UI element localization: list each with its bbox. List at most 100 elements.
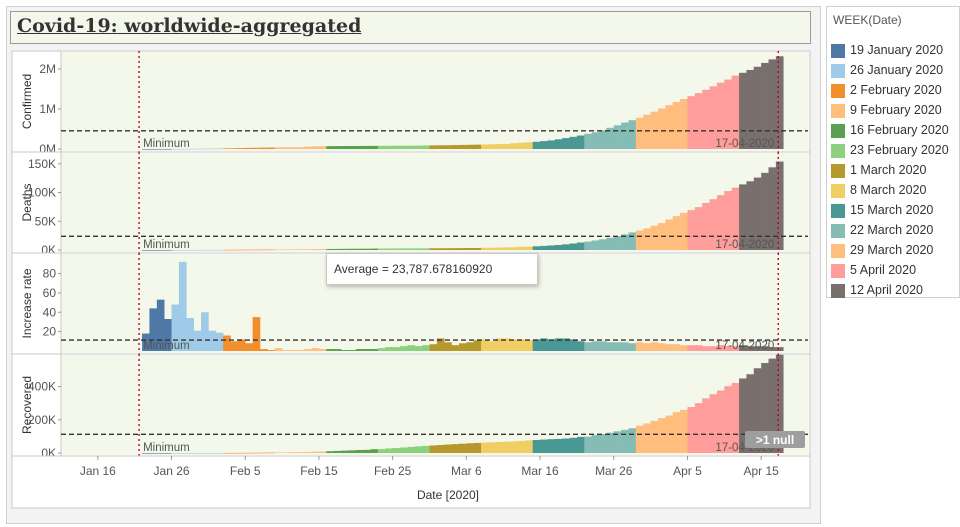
legend: WEEK(Date) 19 January 2020 26 January 202… (826, 6, 960, 298)
bar (517, 142, 526, 149)
legend-item[interactable]: 22 March 2020 (831, 222, 957, 240)
bar (245, 452, 253, 454)
legend-item[interactable]: 1 March 2020 (831, 162, 957, 180)
bar (230, 249, 239, 251)
legend-item[interactable]: 26 January 2020 (831, 62, 957, 80)
bar (201, 249, 209, 251)
legend-item[interactable]: 19 January 2020 (831, 42, 957, 60)
bar (341, 450, 349, 453)
y-tick-label: 200K (28, 413, 56, 427)
bar (591, 240, 600, 250)
bar (193, 249, 202, 251)
bar (208, 249, 217, 251)
bar (215, 332, 224, 351)
bar (621, 429, 629, 453)
minimum-label: Minimum (143, 442, 190, 454)
bar (503, 441, 511, 453)
bar (355, 248, 364, 250)
bar (326, 349, 334, 351)
bar (613, 125, 622, 149)
bar (495, 441, 504, 453)
bar (547, 140, 556, 149)
bar (422, 445, 430, 453)
legend-item[interactable]: 2 February 2020 (831, 82, 957, 100)
bar (635, 425, 644, 453)
legend-item[interactable]: 8 March 2020 (831, 182, 957, 200)
bar (326, 248, 334, 250)
bar (311, 249, 320, 250)
bar (466, 248, 475, 250)
bar (252, 147, 261, 149)
bar (348, 350, 357, 351)
bar (547, 439, 556, 453)
bar (436, 145, 445, 149)
bar (569, 437, 578, 453)
bar (230, 341, 239, 351)
bar (458, 248, 467, 250)
bar (363, 449, 371, 453)
bar (473, 340, 482, 351)
y-tick-label: 20 (43, 325, 57, 339)
bar (178, 261, 187, 351)
bar (702, 398, 710, 453)
x-tick-label: Jan 16 (80, 464, 116, 478)
bar (753, 66, 762, 149)
bar (318, 349, 327, 351)
bar (680, 409, 688, 453)
x-tick-label: Mar 16 (521, 464, 559, 478)
legend-item[interactable]: 12 April 2020 (831, 282, 957, 300)
bar (333, 146, 342, 149)
legend-label: 19 January 2020 (850, 43, 944, 57)
bar (370, 248, 379, 250)
bar (458, 343, 467, 351)
legend-swatch (831, 124, 845, 138)
bar (547, 245, 556, 250)
bar (665, 105, 674, 149)
bar (680, 212, 688, 250)
bar (481, 247, 489, 250)
bar (392, 145, 401, 149)
legend-label: 1 March 2020 (850, 163, 927, 177)
legend-item[interactable]: 5 April 2020 (831, 262, 957, 280)
y-tick-label: 1M (39, 102, 56, 116)
bar (304, 146, 312, 149)
bar (385, 347, 393, 351)
bar (576, 436, 585, 453)
bar (215, 452, 224, 454)
bar (289, 452, 298, 453)
bar (259, 147, 268, 149)
bar (599, 130, 607, 149)
bar (414, 248, 423, 250)
bar (606, 432, 615, 453)
bar (672, 216, 681, 250)
bar (282, 350, 290, 351)
bar (532, 339, 541, 351)
bar (451, 345, 460, 351)
bar (657, 418, 666, 453)
legend-item[interactable]: 16 February 2020 (831, 122, 957, 140)
bar (230, 148, 239, 149)
legend-label: 22 March 2020 (850, 223, 934, 237)
minimum-label: Minimum (143, 239, 190, 251)
bar (473, 247, 482, 250)
bar (672, 344, 681, 351)
bar (540, 439, 548, 453)
bar (444, 342, 452, 351)
bar (613, 342, 622, 351)
legend-item[interactable]: 9 February 2020 (831, 102, 957, 120)
bar (267, 147, 276, 149)
legend-item[interactable]: 23 February 2020 (831, 142, 957, 160)
legend-item[interactable]: 15 March 2020 (831, 202, 957, 220)
bar (414, 446, 423, 453)
bar (282, 249, 290, 251)
bar (363, 349, 371, 351)
bar (694, 207, 703, 250)
bar (466, 443, 475, 453)
bar (282, 147, 290, 149)
bar (525, 246, 533, 250)
bar (245, 147, 253, 149)
bar (650, 342, 659, 351)
bar (296, 452, 305, 453)
legend-item[interactable]: 29 March 2020 (831, 242, 957, 260)
bar (540, 141, 548, 149)
